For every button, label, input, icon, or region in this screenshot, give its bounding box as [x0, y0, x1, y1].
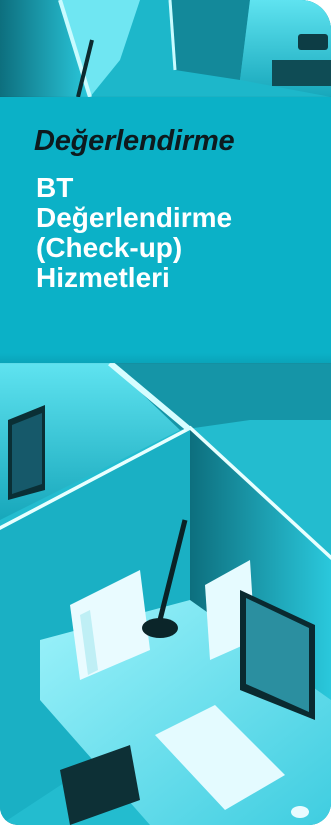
- title-line: BT: [36, 172, 74, 203]
- title-line: Hizmetleri: [36, 262, 170, 293]
- title-line: (Check-up): [36, 232, 183, 263]
- title-line: Değerlendirme: [36, 202, 233, 233]
- page-title: BT Değerlendirme (Check-up) Hizmetleri: [36, 173, 232, 293]
- category-label: Değerlendirme: [34, 125, 235, 157]
- title-panel: Değerlendirme BT Değerlendirme (Check-up…: [0, 97, 331, 363]
- service-banner[interactable]: Değerlendirme BT Değerlendirme (Check-up…: [0, 0, 331, 825]
